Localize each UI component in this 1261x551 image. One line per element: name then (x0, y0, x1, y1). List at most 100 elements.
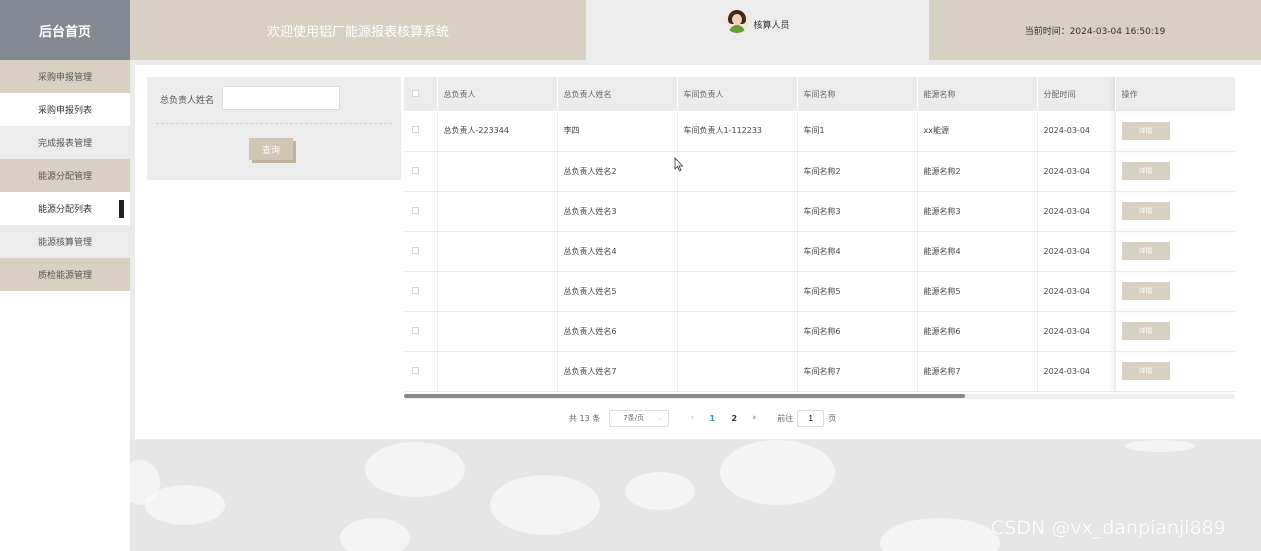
next-page-icon[interactable]: › (745, 413, 763, 423)
table-cell: 2024-03-04 (1037, 151, 1116, 192)
select-all-checkbox[interactable] (404, 77, 438, 111)
table-cell: 车间名称4 (797, 231, 918, 272)
jump-label: 前往 (777, 413, 794, 423)
table-cell: 车间名称5 (797, 271, 918, 312)
table-cell: xx能源 (917, 111, 1038, 152)
sidebar-group-energy-accounting[interactable]: 能源核算管理 (0, 225, 130, 258)
action-cell: 详情 (1115, 111, 1235, 152)
table-cell: 2024-03-04 (1037, 351, 1116, 392)
table-cell: 能源名称7 (917, 351, 1038, 392)
detail-button[interactable]: 详情 (1121, 362, 1170, 380)
table-cell (677, 151, 798, 192)
table-cell: 能源名称3 (917, 191, 1038, 232)
prev-page-icon[interactable]: ‹ (683, 413, 701, 423)
row-checkbox[interactable] (404, 111, 438, 152)
chevron-down-icon: ⌵ (656, 413, 663, 422)
detail-button[interactable]: 详情 (1121, 282, 1170, 300)
table-cell: 总负责人-223344 (437, 111, 558, 152)
column-header[interactable]: 车间负责人 (677, 77, 798, 111)
table-row[interactable]: 总负责人-223344 李四 车间负责人1-112233 车间1 xx能源 2024-03… (404, 111, 1235, 152)
search-button[interactable]: 查询 (249, 138, 293, 160)
sidebar-item-label: 完成报表管理 (37, 139, 92, 149)
welcome-banner: 欢迎使用铝厂能源报表核算系统 (130, 0, 586, 60)
search-panel: 总负责人姓名 查询 (147, 77, 401, 180)
divider (156, 123, 392, 124)
table-header-row: 总负责人 总负责人姓名 车间负责人 车间名称 能源名称 分配时间 操作 (404, 77, 1235, 111)
search-input[interactable] (222, 86, 340, 110)
row-checkbox[interactable] (404, 191, 438, 232)
table-cell (437, 191, 558, 232)
table-cell: 车间名称7 (797, 351, 918, 392)
column-header[interactable]: 车间名称 (797, 77, 918, 111)
table-cell (437, 231, 558, 272)
active-marker (119, 200, 124, 218)
table-cell (437, 151, 558, 192)
table-cell: 总负责人姓名7 (557, 351, 678, 392)
user-info[interactable]: 核算人员 (586, 0, 929, 60)
row-checkbox[interactable] (404, 311, 438, 352)
detail-button[interactable]: 详情 (1121, 242, 1170, 260)
sidebar-group-energy-allocation[interactable]: 能源分配管理 (0, 159, 130, 192)
row-checkbox[interactable] (404, 231, 438, 272)
current-time: 当前时间：2024-03-04 16:50:19 (929, 0, 1261, 60)
table-row[interactable]: 总负责人姓名6 车间名称6 能源名称6 2024-03-04 详情 (404, 311, 1235, 352)
table-cell (437, 311, 558, 352)
table-cell: 能源名称5 (917, 271, 1038, 312)
table-cell: 2024-03-04 (1037, 111, 1116, 152)
table-row[interactable]: 总负责人姓名3 车间名称3 能源名称3 2024-03-04 详情 (404, 191, 1235, 232)
column-header: 操作 (1115, 77, 1235, 111)
page-size-value: 7条/页 (623, 414, 645, 422)
table-cell (677, 231, 798, 272)
page-number[interactable]: 2 (723, 414, 745, 423)
row-checkbox[interactable] (404, 271, 438, 312)
column-header[interactable]: 能源名称 (917, 77, 1038, 111)
table-cell: 2024-03-04 (1037, 191, 1116, 232)
table-cell: 车间名称3 (797, 191, 918, 232)
data-table: 总负责人 总负责人姓名 车间负责人 车间名称 能源名称 分配时间 操作 总负责人… (404, 77, 1235, 399)
table-row[interactable]: 总负责人姓名5 车间名称5 能源名称5 2024-03-04 详情 (404, 271, 1235, 312)
sidebar-group-reports[interactable]: 完成报表管理 (0, 126, 130, 159)
sidebar-item-label: 能源分配列表 (37, 205, 92, 215)
user-name: 核算人员 (753, 21, 790, 31)
sidebar-group-purchase[interactable]: 采购申报管理 (0, 60, 130, 93)
page-size-select[interactable]: 7条/页 ⌵ (609, 409, 670, 427)
table-row[interactable]: 总负责人姓名2 车间名称2 能源名称2 2024-03-04 详情 (404, 151, 1235, 192)
avatar[interactable] (725, 9, 750, 33)
sidebar-item-label: 质检能源管理 (37, 271, 92, 281)
action-cell: 详情 (1115, 271, 1235, 312)
table-cell: 能源名称2 (917, 151, 1038, 192)
home-logo[interactable]: 后台首页 (0, 0, 130, 60)
sidebar: 采购申报管理 采购申报列表 完成报表管理 能源分配管理 能源分配列表 能源核算管… (0, 60, 130, 551)
table-cell: 总负责人姓名5 (557, 271, 678, 312)
sidebar-group-quality-energy[interactable]: 质检能源管理 (0, 258, 130, 291)
sidebar-item-label: 能源核算管理 (37, 238, 92, 248)
detail-button[interactable]: 详情 (1121, 121, 1170, 140)
column-header[interactable]: 总负责人 (437, 77, 558, 111)
column-header[interactable]: 总负责人姓名 (557, 77, 678, 111)
table-cell (677, 271, 798, 312)
detail-button[interactable]: 详情 (1121, 202, 1170, 220)
table-cell (437, 271, 558, 312)
sidebar-item-label: 能源分配管理 (37, 172, 92, 182)
page-number[interactable]: 1 (701, 414, 723, 423)
scrollbar-thumb[interactable] (404, 394, 965, 398)
sidebar-item-purchase-list[interactable]: 采购申报列表 (0, 93, 130, 126)
table-row[interactable]: 总负责人姓名4 车间名称4 能源名称4 2024-03-04 详情 (404, 231, 1235, 272)
pagination: 共 13 条 7条/页 ⌵ ‹ 1 2 › 前往 页 (569, 409, 836, 427)
detail-button[interactable]: 详情 (1121, 322, 1170, 340)
column-header[interactable]: 分配时间 (1037, 77, 1116, 111)
row-checkbox[interactable] (404, 151, 438, 192)
table-cell: 总负责人姓名4 (557, 231, 678, 272)
table-cell: 2024-03-04 (1037, 311, 1116, 352)
action-cell: 详情 (1115, 191, 1235, 232)
sidebar-item-label: 采购申报列表 (37, 106, 92, 116)
horizontal-scrollbar[interactable] (404, 394, 1235, 399)
row-checkbox[interactable] (404, 351, 438, 392)
detail-button[interactable]: 详情 (1121, 162, 1170, 180)
table-cell (437, 351, 558, 392)
jump-page-input[interactable] (797, 409, 825, 427)
table-cell: 总负责人姓名6 (557, 311, 678, 352)
table-cell: 李四 (557, 111, 678, 152)
sidebar-item-energy-allocation-list[interactable]: 能源分配列表 (0, 192, 130, 225)
table-row[interactable]: 总负责人姓名7 车间名称7 能源名称7 2024-03-04 详情 (404, 351, 1235, 392)
